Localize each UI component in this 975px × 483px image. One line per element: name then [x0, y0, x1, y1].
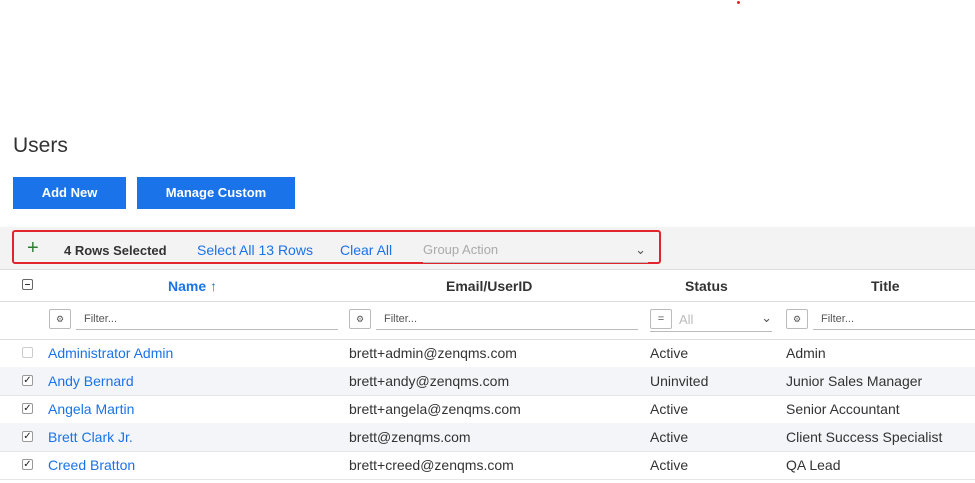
decorative-dot	[737, 1, 740, 4]
user-email: brett+angela@zenqms.com	[349, 401, 521, 417]
column-header-title[interactable]: Title	[871, 278, 900, 294]
user-name-link[interactable]: Brett Clark Jr.	[48, 429, 133, 445]
filter-options-icon[interactable]: ⚙	[349, 309, 371, 329]
equals-icon: =	[650, 309, 672, 329]
user-status: Active	[650, 345, 689, 361]
row-checkbox[interactable]: ✓	[22, 431, 33, 442]
user-email: brett+andy@zenqms.com	[349, 373, 510, 389]
select-all-rows-link[interactable]: Select All 13 Rows	[197, 242, 313, 258]
table-row[interactable]: ✓ Angela Martin brett+angela@zenqms.com …	[0, 395, 975, 424]
user-title: Junior Sales Manager	[786, 373, 923, 389]
user-status: Active	[650, 401, 689, 417]
user-name-link[interactable]: Creed Bratton	[48, 457, 135, 473]
chevron-down-icon: ⌄	[761, 310, 772, 325]
user-email: brett+admin@zenqms.com	[349, 345, 517, 361]
user-title: Senior Accountant	[786, 401, 900, 417]
filter-options-icon[interactable]: ⚙	[49, 309, 71, 329]
user-title: QA Lead	[786, 457, 841, 473]
table-row[interactable]: Administrator Admin brett+admin@zenqms.c…	[0, 339, 975, 368]
user-email: brett+creed@zenqms.com	[349, 457, 514, 473]
title-filter-input[interactable]: Filter...	[813, 309, 975, 330]
row-checkbox[interactable]: ✓	[22, 375, 33, 386]
filter-row: ⚙ Filter... ⚙ Filter... = All ⌄ ⚙ Filter…	[0, 301, 975, 340]
table-row[interactable]: ✓ Andy Bernard brett+andy@zenqms.com Uni…	[0, 367, 975, 396]
table-header: Name ↑ Email/UserID Status Title	[0, 269, 975, 302]
user-title: Admin	[786, 345, 826, 361]
table-row[interactable]: ✓ Brett Clark Jr. brett@zenqms.com Activ…	[0, 423, 975, 452]
row-checkbox[interactable]: ✓	[22, 403, 33, 414]
email-filter-input[interactable]: Filter...	[376, 309, 638, 330]
row-checkbox[interactable]: ✓	[22, 459, 33, 470]
column-header-status[interactable]: Status	[685, 278, 728, 294]
row-checkbox[interactable]	[22, 347, 33, 358]
user-status: Active	[650, 457, 689, 473]
add-new-users-button[interactable]: Add New Users	[13, 177, 126, 232]
filter-options-icon[interactable]: ⚙	[786, 309, 808, 329]
user-name-link[interactable]: Angela Martin	[48, 401, 134, 417]
user-name-link[interactable]: Andy Bernard	[48, 373, 134, 389]
manage-custom-fields-button[interactable]: Manage Custom Fields	[137, 177, 295, 232]
name-filter-input[interactable]: Filter...	[76, 309, 338, 330]
clear-all-link[interactable]: Clear All	[340, 242, 392, 258]
user-email: brett@zenqms.com	[349, 429, 471, 445]
status-filter-select[interactable]: = All ⌄	[650, 309, 772, 332]
status-filter-value: All	[679, 312, 694, 327]
user-status: Active	[650, 429, 689, 445]
chevron-down-icon: ⌄	[635, 242, 646, 257]
select-all-checkbox[interactable]	[22, 279, 33, 290]
column-header-email[interactable]: Email/UserID	[446, 278, 532, 294]
user-title: Client Success Specialist	[786, 429, 943, 445]
user-name-link[interactable]: Administrator Admin	[48, 345, 173, 361]
plus-icon[interactable]: +	[27, 238, 39, 258]
column-header-name[interactable]: Name ↑	[168, 278, 217, 294]
rows-selected-count: 4 Rows Selected	[64, 243, 167, 258]
page-title: Users	[13, 134, 68, 157]
group-action-placeholder: Group Action	[423, 242, 499, 257]
group-action-select[interactable]: Group Action ⌄	[423, 242, 648, 263]
user-status: Uninvited	[650, 373, 709, 389]
table-row[interactable]: ✓ Creed Bratton brett+creed@zenqms.com A…	[0, 451, 975, 480]
